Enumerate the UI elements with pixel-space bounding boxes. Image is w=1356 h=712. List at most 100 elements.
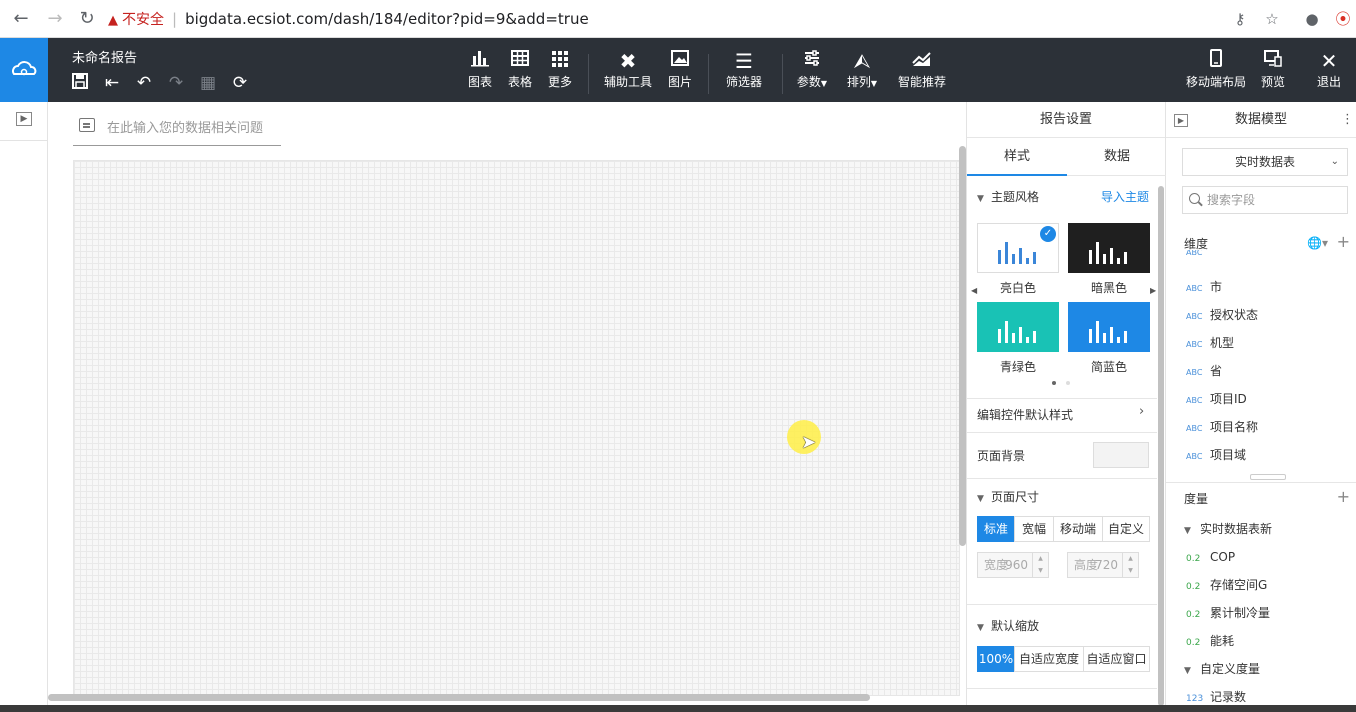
add-measure-icon[interactable]: +	[1337, 489, 1350, 505]
tool-smart-recommend[interactable]: 智能推荐	[894, 48, 950, 98]
measure-group[interactable]: ▼ 实时数据表新	[1184, 519, 1272, 539]
chevron-right-icon[interactable]: ›	[1139, 404, 1144, 419]
logo[interactable]	[0, 38, 48, 102]
zoom-section-header[interactable]: ▼ 默认缩放	[977, 617, 1039, 634]
check-icon: ✓	[1040, 226, 1056, 242]
edit-default-style-link[interactable]: 编辑控件默认样式	[977, 406, 1073, 423]
height-stepper[interactable]: ▲ ▼	[1122, 553, 1138, 577]
toolbar-divider	[782, 54, 783, 94]
tool-chart[interactable]: 图表	[464, 48, 496, 98]
datasource-value: 实时数据表	[1234, 155, 1295, 169]
chevron-down-icon: ▼	[977, 623, 984, 633]
rail-divider	[0, 140, 47, 141]
field-search-placeholder: 搜索字段	[1207, 193, 1256, 207]
size-custom-button[interactable]: 自定义	[1102, 516, 1150, 542]
canvas-horizontal-scrollbar[interactable]	[48, 694, 870, 701]
size-standard-button[interactable]: 标准	[977, 516, 1015, 542]
chevron-down-icon: ▼	[977, 194, 984, 204]
size-mobile-button[interactable]: 移动端	[1053, 516, 1103, 542]
close-icon: ✕	[1320, 49, 1338, 73]
measure-item[interactable]: 123 记录数	[1186, 687, 1246, 707]
dimension-item[interactable]: ABC 省	[1186, 361, 1222, 381]
measure-item[interactable]: 0.2 存储空间G	[1186, 575, 1267, 595]
measure-item[interactable]: 0.2 COP	[1186, 547, 1235, 567]
nl-query-input[interactable]: 在此输入您的数据相关问题	[73, 114, 281, 146]
theme-section-header[interactable]: ▼ 主题风格	[977, 188, 1039, 205]
theme-dark[interactable]	[1068, 223, 1150, 273]
datasource-select[interactable]: 实时数据表 ⌄	[1182, 148, 1348, 176]
tool-mobile-layout[interactable]: 移动端布局	[1182, 48, 1250, 98]
pager-dot-active[interactable]	[1052, 381, 1056, 385]
dimension-item[interactable]: ABC 授权状态	[1186, 305, 1258, 325]
tab-data[interactable]: 数据	[1067, 138, 1167, 176]
theme-blue[interactable]	[1068, 302, 1150, 352]
back-arrow-icon[interactable]: ←	[10, 8, 32, 30]
table-icon	[504, 48, 536, 74]
theme-next-icon[interactable]: ▶	[1150, 286, 1156, 295]
dimension-item[interactable]: ABC 项目ID	[1186, 389, 1247, 409]
tool-assist[interactable]: ✖ 辅助工具	[600, 48, 656, 98]
pager-dot[interactable]	[1066, 381, 1070, 385]
dimension-item[interactable]: ABC 项目名称	[1186, 417, 1258, 437]
settings-scrollbar[interactable]	[1158, 186, 1164, 706]
width-stepper[interactable]: ▲ ▼	[1032, 553, 1048, 577]
format-painter-icon[interactable]: ▦	[196, 72, 220, 94]
theme-teal[interactable]	[977, 302, 1059, 352]
page-height-input[interactable]: 高度 720 ▲ ▼	[1067, 552, 1139, 578]
tool-label: 筛选器	[725, 75, 762, 89]
reload-icon[interactable]: ↻	[76, 8, 98, 30]
add-dimension-icon[interactable]: +	[1337, 234, 1350, 250]
report-title[interactable]: 未命名报告	[72, 47, 137, 66]
size-wide-button[interactable]: 宽幅	[1014, 516, 1054, 542]
zoom-fit-window-button[interactable]: 自适应窗口	[1083, 646, 1150, 672]
tool-label: 表格	[507, 75, 532, 89]
zoom-100-button[interactable]: 100%	[977, 646, 1015, 672]
redo-icon[interactable]: ↷	[164, 72, 188, 94]
page-bg-color-picker[interactable]	[1093, 442, 1149, 468]
number-type-icon: 0.2	[1186, 638, 1201, 648]
tool-preview[interactable]: 预览	[1256, 48, 1290, 98]
account-icon[interactable]: ●	[1302, 9, 1322, 29]
chevron-down-icon: ⌄	[1330, 156, 1339, 167]
zoom-fit-width-button[interactable]: 自适应宽度	[1014, 646, 1084, 672]
globe-icon[interactable]: 🌐▾	[1307, 236, 1328, 250]
undo-icon[interactable]: ↶	[132, 72, 156, 94]
tool-table[interactable]: 表格	[504, 48, 536, 98]
back-to-list-icon[interactable]: ⇤	[100, 72, 124, 94]
save-icon[interactable]	[68, 72, 92, 94]
dimension-item[interactable]: ABC 机型	[1186, 333, 1234, 353]
expand-panel-icon[interactable]: ▶	[16, 112, 32, 126]
tab-style[interactable]: 样式	[967, 138, 1067, 176]
field-search-input[interactable]: 搜索字段	[1182, 186, 1348, 214]
page-width-input[interactable]: 宽度 960 ▲ ▼	[977, 552, 1049, 578]
section-divider	[967, 604, 1157, 605]
tool-exit[interactable]: ✕ 退出	[1312, 48, 1346, 98]
section-divider	[967, 398, 1157, 399]
tool-more[interactable]: 更多	[544, 48, 576, 98]
dimension-item[interactable]: ABC 项目域	[1186, 445, 1246, 465]
custom-measure-group[interactable]: ▼ 自定义度量	[1184, 659, 1260, 679]
page-size-section-header[interactable]: ▼ 页面尺寸	[977, 488, 1039, 505]
theme-light[interactable]: ✓	[977, 223, 1059, 273]
theme-label: 简蓝色	[1090, 360, 1127, 374]
dimension-item[interactable]: ABC 市	[1186, 277, 1222, 297]
measure-item[interactable]: 0.2 能耗	[1186, 631, 1234, 651]
extension-icon[interactable]: ⦿	[1333, 9, 1353, 29]
tool-image[interactable]: 图片	[664, 48, 696, 98]
arrange-icon: ⮙	[853, 49, 871, 73]
canvas-vertical-scrollbar[interactable]	[959, 146, 966, 546]
import-theme-link[interactable]: 导入主题	[1101, 188, 1149, 205]
tool-params[interactable]: 参数▼	[792, 48, 832, 98]
address-bar[interactable]: ▲ 不安全 | bigdata.ecsiot.com/dash/184/editor?…	[108, 6, 1248, 32]
measure-item[interactable]: 0.2 累计制冷量	[1186, 603, 1270, 623]
tool-filter[interactable]: ☰ 筛选器	[722, 48, 766, 98]
more-vertical-icon[interactable]: ⋮	[1341, 112, 1354, 127]
report-canvas[interactable]	[73, 160, 960, 696]
refresh-icon[interactable]: ⟳	[228, 72, 252, 94]
star-icon[interactable]: ☆	[1262, 9, 1282, 29]
split-resize-handle[interactable]	[1250, 474, 1286, 480]
forward-arrow-icon[interactable]: →	[44, 8, 66, 30]
collapse-panel-icon[interactable]: ▶	[1174, 114, 1188, 127]
key-icon[interactable]: ⚷	[1230, 9, 1250, 29]
tool-arrange[interactable]: ⮙ 排列▼	[842, 48, 882, 98]
